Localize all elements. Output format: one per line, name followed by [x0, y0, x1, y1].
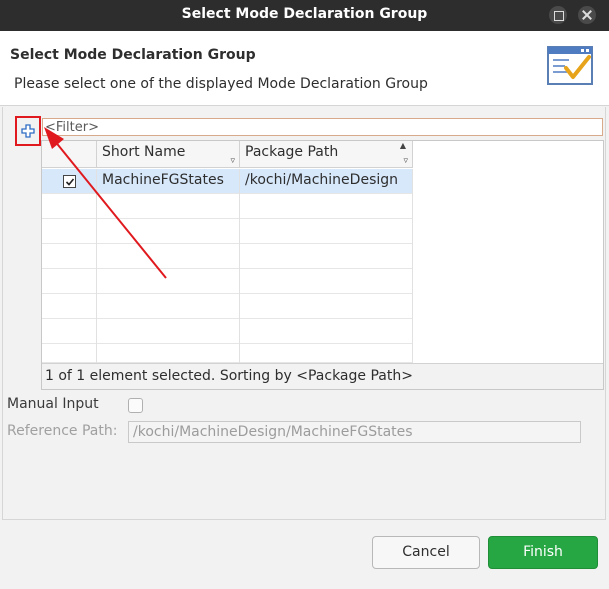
selection-status: 1 of 1 element selected. Sorting by <Pac…	[42, 363, 603, 389]
table-row[interactable]: MachineFGStates /kochi/MachineDesign	[42, 169, 413, 194]
table-header: Short Name ▿ Package Path ▲ ▿	[42, 141, 413, 168]
column-header-short-name[interactable]: Short Name ▿	[97, 141, 240, 168]
empty-row	[42, 219, 413, 244]
filter-input[interactable]	[42, 118, 603, 136]
column-header-package-path[interactable]: Package Path ▲ ▿	[240, 141, 413, 168]
maximize-button[interactable]	[549, 6, 567, 24]
header-title: Select Mode Declaration Group	[10, 47, 256, 63]
reference-path-field[interactable]	[128, 421, 581, 443]
empty-row	[42, 244, 413, 269]
row-checkbox[interactable]	[63, 175, 76, 188]
window-title: Select Mode Declaration Group	[181, 6, 428, 22]
wizard-checklist-icon	[547, 46, 593, 85]
plus-icon	[21, 124, 35, 138]
row-package-path: /kochi/MachineDesign	[240, 169, 413, 194]
row-check-cell[interactable]	[42, 169, 97, 194]
cancel-button[interactable]: Cancel	[372, 536, 480, 569]
results-table: Short Name ▿ Package Path ▲ ▿ MachineFGS…	[41, 140, 604, 390]
reference-path-label: Reference Path:	[7, 423, 118, 439]
empty-row	[42, 194, 413, 219]
finish-button[interactable]: Finish	[488, 536, 598, 569]
title-bar: Select Mode Declaration Group	[0, 0, 609, 31]
column-filter-icon[interactable]: ▿	[403, 156, 408, 166]
column-filter-icon[interactable]: ▿	[230, 156, 235, 166]
empty-row	[42, 294, 413, 319]
header-description: Please select one of the displayed Mode …	[14, 76, 428, 92]
close-button[interactable]	[578, 6, 596, 24]
add-button[interactable]	[15, 116, 41, 146]
column-header-check[interactable]	[42, 141, 97, 168]
column-header-label: Short Name	[102, 144, 186, 160]
column-header-label: Package Path	[245, 144, 339, 160]
sort-ascending-icon: ▲	[399, 141, 406, 150]
dialog-header: Select Mode Declaration Group Please sel…	[0, 31, 609, 106]
manual-input-checkbox[interactable]	[128, 398, 143, 413]
manual-input-label: Manual Input	[7, 396, 99, 412]
empty-row	[42, 269, 413, 294]
empty-row	[42, 319, 413, 344]
row-short-name: MachineFGStates	[97, 169, 240, 194]
checkmark-icon	[65, 178, 75, 186]
empty-row	[42, 344, 413, 363]
